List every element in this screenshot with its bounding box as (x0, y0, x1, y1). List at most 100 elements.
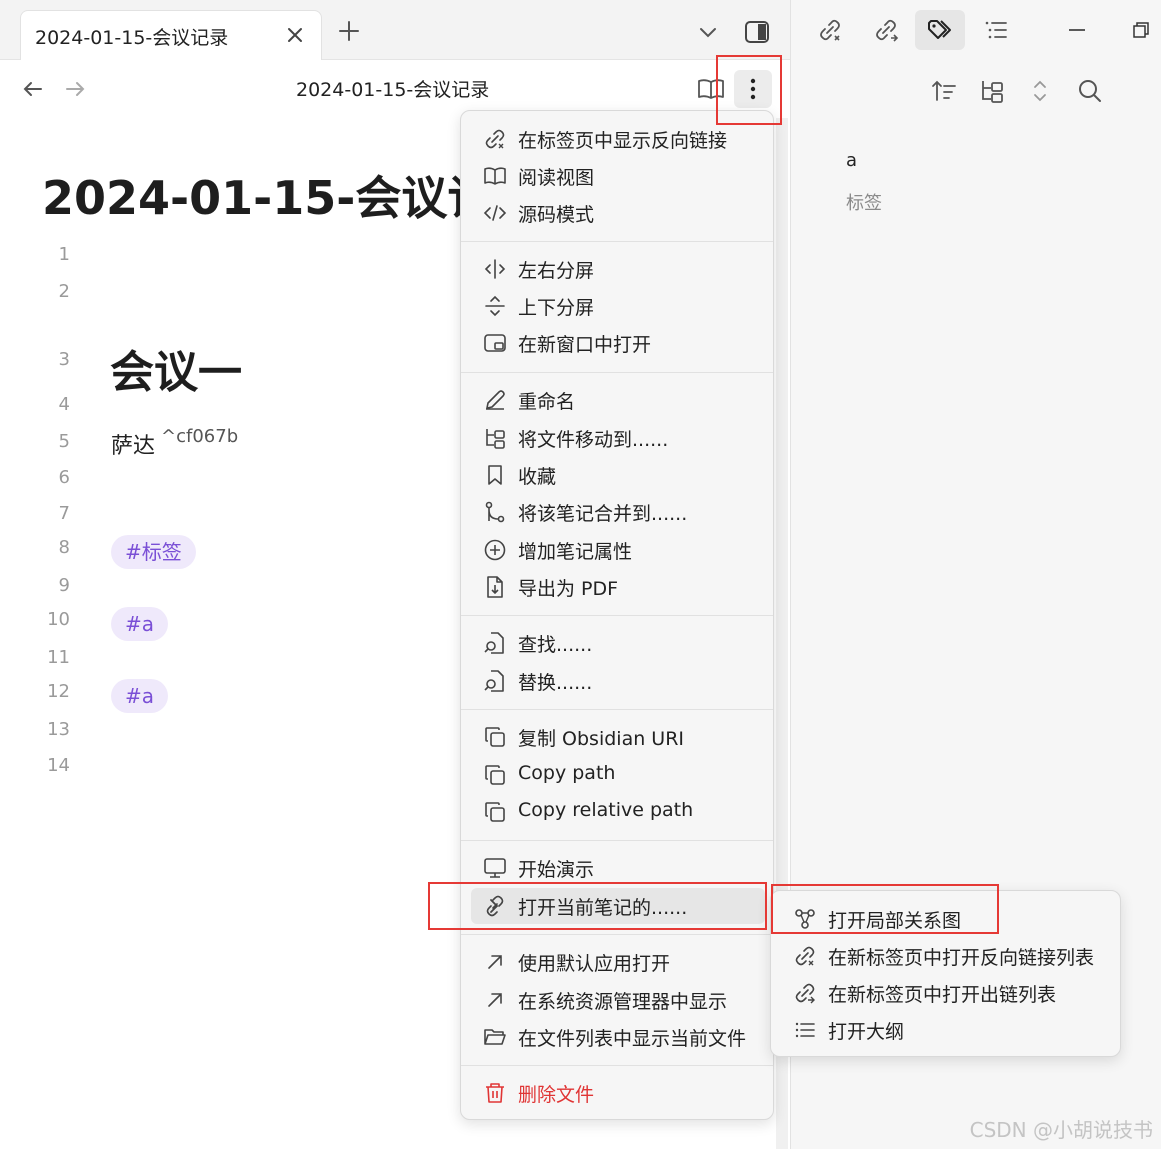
heading-1[interactable]: 会议一 (110, 336, 242, 400)
menu-item-label: 替换...... (518, 672, 593, 694)
submenu-item-local-graph[interactable]: 打开局部关系图 (781, 901, 1112, 937)
copy-icon (483, 800, 507, 824)
block-reference: ^cf067b (161, 426, 239, 447)
menu-item-label: 左右分屏 (518, 260, 595, 282)
arrow-left-icon[interactable] (20, 76, 46, 102)
trash-icon (483, 1081, 507, 1105)
menu-item-show-in-explorer[interactable]: 在系统资源管理器中显示 (471, 982, 765, 1018)
outgoing-link-icon[interactable] (861, 10, 911, 50)
chevrons-up-down-icon[interactable] (1025, 76, 1055, 106)
arrow-right-icon[interactable] (62, 76, 88, 102)
menu-item-find[interactable]: 查找...... (471, 625, 765, 661)
menu-item-source-mode[interactable]: 源码模式 (471, 195, 765, 231)
menu-item-label: 导出为 PDF (518, 578, 619, 600)
bookmark-icon (483, 463, 507, 487)
menu-item-add-property[interactable]: 增加笔记属性 (471, 532, 765, 568)
line-number: 2 (58, 281, 70, 302)
folder-tree-icon[interactable] (977, 76, 1007, 106)
menu-item-label: 在标签页中显示反向链接 (518, 130, 728, 152)
editor-line[interactable]: 萨达 ^cf067b (111, 426, 239, 460)
menu-item-open-linked-view[interactable]: 打开当前笔记的...... (471, 888, 765, 924)
menu-item-replace[interactable]: 替换...... (471, 663, 765, 699)
menu-item-label: 删除文件 (518, 1084, 595, 1106)
menu-item-show-backlinks[interactable]: 在标签页中显示反向链接 (471, 121, 765, 157)
backlink-icon (793, 944, 817, 968)
menu-item-rename[interactable]: 重命名 (471, 382, 765, 418)
menu-item-label: 在文件列表中显示当前文件 (518, 1028, 747, 1050)
menu-item-copy-uri[interactable]: 复制 Obsidian URI (471, 719, 765, 755)
menu-separator (461, 840, 773, 841)
menu-item-label: 在系统资源管理器中显示 (518, 991, 728, 1013)
menu-item-merge-note[interactable]: 将该笔记合并到...... (471, 494, 765, 530)
restore-window-icon[interactable] (1127, 16, 1155, 44)
tag-list-item[interactable]: 标签 (846, 189, 882, 215)
submenu-item-outgoing-links-tab[interactable]: 在新标签页中打开出链列表 (781, 975, 1112, 1011)
more-options-icon[interactable] (734, 70, 772, 108)
backlink-icon[interactable] (805, 10, 855, 50)
menu-item-split-down[interactable]: 上下分屏 (471, 288, 765, 324)
plus-icon[interactable] (336, 18, 362, 44)
search-icon[interactable] (1075, 76, 1105, 106)
menu-item-open-new-window[interactable]: 在新窗口中打开 (471, 325, 765, 361)
line-number: 9 (58, 575, 70, 596)
line-number: 4 (58, 394, 70, 415)
line-number: 8 (58, 537, 70, 558)
menu-item-bookmark[interactable]: 收藏 (471, 457, 765, 493)
line-number: 6 (58, 467, 70, 488)
submenu-item-backlinks-tab[interactable]: 在新标签页中打开反向链接列表 (781, 938, 1112, 974)
menu-item-start-presentation[interactable]: 开始演示 (471, 850, 765, 886)
tag-pill[interactable]: #标签 (111, 535, 196, 569)
menu-item-reading-view[interactable]: 阅读视图 (471, 158, 765, 194)
line-number: 5 (58, 431, 70, 452)
more-options-menu: 在标签页中显示反向链接 阅读视图 源码模式 左右分屏 上下分屏 在新窗口中打开 … (460, 110, 774, 1120)
menu-item-label: 源码模式 (518, 204, 595, 226)
sort-icon[interactable] (929, 76, 959, 106)
menu-item-split-right[interactable]: 左右分屏 (471, 251, 765, 287)
menu-item-reveal-in-file-list[interactable]: 在文件列表中显示当前文件 (471, 1019, 765, 1055)
backlink-icon (483, 127, 507, 151)
folder-open-icon (483, 1025, 507, 1049)
book-open-icon[interactable] (696, 74, 726, 104)
menu-item-copy-relative-path[interactable]: Copy relative path (471, 794, 765, 830)
code-icon (483, 201, 507, 225)
menu-item-label: 收藏 (518, 466, 557, 488)
menu-item-label: 使用默认应用打开 (518, 953, 671, 975)
menu-item-open-default-app[interactable]: 使用默认应用打开 (471, 944, 765, 980)
menu-item-copy-path[interactable]: Copy path (471, 757, 765, 793)
menu-item-label: 在新窗口中打开 (518, 334, 652, 356)
monitor-icon (483, 856, 507, 880)
split-horizontal-icon (483, 294, 507, 318)
chevron-down-icon[interactable] (696, 20, 720, 44)
line-number: 1 (58, 244, 70, 265)
book-open-icon (483, 164, 507, 188)
tag-pill[interactable]: #a (111, 679, 169, 713)
list-icon (793, 1018, 817, 1042)
menu-item-label: 开始演示 (518, 859, 595, 881)
menu-item-label: 打开局部关系图 (828, 910, 962, 932)
tag-list-item[interactable]: a (846, 150, 857, 171)
outline-icon[interactable] (971, 10, 1021, 50)
minimize-icon[interactable] (1063, 16, 1091, 44)
line-text: 萨达 (111, 434, 156, 459)
pencil-icon (483, 388, 507, 412)
menu-item-export-pdf[interactable]: 导出为 PDF (471, 569, 765, 605)
menu-item-delete-file[interactable]: 删除文件 (471, 1075, 765, 1111)
view-header-title[interactable]: 2024-01-15-会议记录 (296, 75, 489, 102)
arrow-up-right-icon (483, 988, 507, 1012)
graph-icon (793, 907, 817, 931)
tags-icon[interactable] (915, 10, 965, 50)
sidebar-toggle-icon[interactable] (743, 18, 771, 46)
menu-item-label: 增加笔记属性 (518, 541, 633, 563)
menu-separator (461, 709, 773, 710)
chevron-right-icon (483, 895, 505, 917)
menu-item-move-file[interactable]: 将文件移动到...... (471, 420, 765, 456)
menu-item-label: 阅读视图 (518, 167, 595, 189)
submenu-item-outline[interactable]: 打开大纲 (781, 1012, 1112, 1048)
plus-circle-icon (483, 538, 507, 562)
close-icon[interactable] (283, 23, 307, 47)
new-window-icon (483, 331, 507, 355)
menu-item-label: 重命名 (518, 391, 576, 413)
copy-icon (483, 763, 507, 787)
tag-pill[interactable]: #a (111, 607, 169, 641)
tab-active[interactable]: 2024-01-15-会议记录 (20, 10, 322, 60)
